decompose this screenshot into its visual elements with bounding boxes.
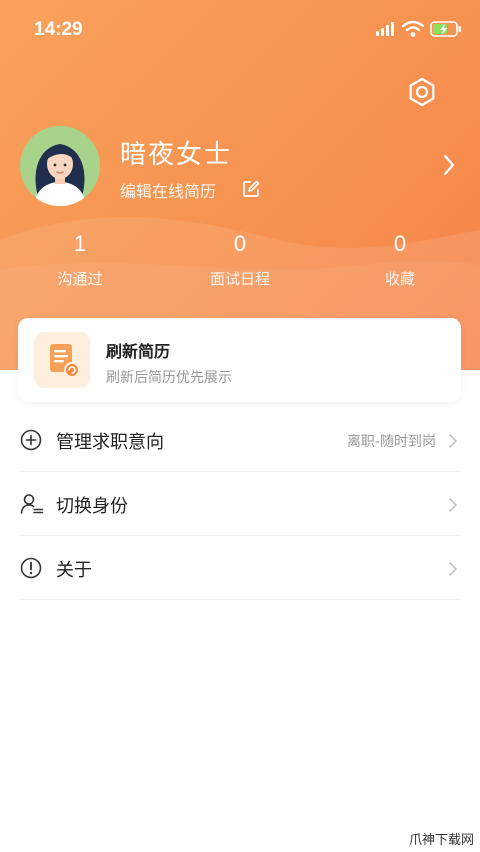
signal-icon bbox=[376, 22, 394, 36]
stat-contacted[interactable]: 1 沟通过 bbox=[20, 226, 140, 289]
chevron-right-icon bbox=[449, 562, 457, 576]
menu-item-job-intention[interactable]: 管理求职意向 离职-随时到岗 bbox=[0, 408, 480, 472]
menu-item-label: 关于 bbox=[56, 560, 92, 581]
stats-row: 1 沟通过 0 面试日程 0 收藏 bbox=[0, 226, 480, 296]
refresh-resume-icon bbox=[34, 332, 90, 388]
avatar-illustration bbox=[20, 126, 100, 206]
menu-item-label: 切换身份 bbox=[56, 496, 128, 517]
status-time: 14:29 bbox=[34, 19, 83, 40]
user-name: 暗夜女士 bbox=[120, 140, 233, 170]
plus-circle-icon bbox=[20, 429, 42, 451]
stat-label: 收藏 bbox=[384, 270, 415, 288]
refresh-resume-card[interactable]: 刷新简历 刷新后简历优先展示 bbox=[18, 318, 461, 402]
menu-item-switch-identity[interactable]: 切换身份 bbox=[0, 472, 480, 536]
stat-value: 0 bbox=[233, 231, 247, 256]
menu-item-label: 管理求职意向 bbox=[56, 432, 164, 453]
watermark: 爪神下载网 bbox=[408, 833, 474, 848]
refresh-card-title: 刷新简历 bbox=[106, 342, 171, 361]
menu-item-value: 离职-随时到岗 bbox=[346, 434, 436, 450]
wifi-icon bbox=[402, 20, 424, 37]
switch-user-icon bbox=[20, 494, 44, 514]
status-bar: 14:29 bbox=[0, 0, 480, 60]
stat-value: 0 bbox=[393, 231, 407, 256]
stat-value: 1 bbox=[73, 231, 87, 256]
chevron-right-icon bbox=[449, 434, 457, 448]
settings-menu: 管理求职意向 离职-随时到岗 切换身份 关于 bbox=[0, 408, 480, 600]
divider bbox=[20, 599, 460, 600]
menu-item-about[interactable]: 关于 bbox=[0, 536, 480, 600]
edit-resume-link[interactable]: 编辑在线简历 bbox=[120, 178, 216, 202]
chevron-right-icon[interactable] bbox=[442, 154, 456, 176]
stat-label: 面试日程 bbox=[209, 270, 270, 288]
edit-icon[interactable] bbox=[242, 180, 260, 198]
stat-interviews[interactable]: 0 面试日程 bbox=[180, 226, 300, 289]
resume-document-icon bbox=[50, 344, 80, 378]
refresh-card-subtitle: 刷新后简历优先展示 bbox=[106, 370, 232, 386]
chevron-right-icon bbox=[449, 498, 457, 512]
battery-icon bbox=[430, 21, 461, 37]
stat-label: 沟通过 bbox=[57, 270, 103, 288]
settings-icon[interactable] bbox=[406, 76, 438, 108]
stat-favorites[interactable]: 0 收藏 bbox=[340, 226, 460, 289]
info-circle-icon bbox=[20, 557, 42, 579]
avatar[interactable] bbox=[20, 126, 100, 206]
profile-summary[interactable]: 暗夜女士 编辑在线简历 bbox=[20, 126, 470, 208]
